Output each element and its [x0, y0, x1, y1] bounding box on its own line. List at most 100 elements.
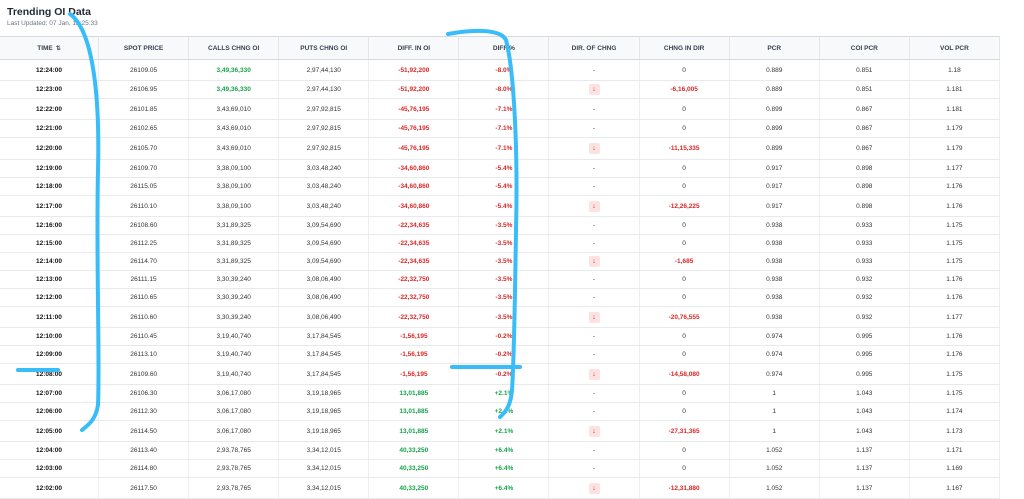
cell-time: 12:11:00 — [0, 306, 99, 328]
cell-calls: 3,30,39,240 — [188, 306, 280, 328]
cell-vol: 1.174 — [909, 402, 1001, 421]
cell-diff: -34,60,860 — [368, 159, 460, 178]
cell-chng: 0 — [639, 402, 730, 421]
cell-diff: -51,92,200 — [368, 80, 460, 99]
table-row: 12:14:00 26114.70 3,31,89,325 3,09,54,690 -2… — [0, 252, 1001, 271]
cell-vol: 1.181 — [909, 98, 1001, 120]
cell-puts: 3,08,06,490 — [278, 270, 370, 289]
cell-time: 12:09:00 — [0, 345, 99, 364]
col-header-vol-pcr: VOL PCR — [909, 36, 1001, 60]
cell-pcr: 0.974 — [729, 345, 820, 364]
cell-diff: 40,33,250 — [368, 459, 460, 478]
col-header-spot-price: SPOT PRICE — [98, 36, 190, 60]
cell-spot: 26117.50 — [98, 477, 190, 499]
cell-spot: 26112.25 — [98, 234, 190, 253]
cell-coi: 1.043 — [819, 420, 910, 442]
cell-dir: - — [548, 234, 640, 253]
cell-puts: 3,09,54,690 — [278, 216, 370, 235]
col-header-chng-in-dir: CHNG IN DIR — [639, 36, 730, 60]
page-title: Trending OI Data — [7, 6, 92, 18]
cell-chng: 0 — [639, 59, 730, 81]
cell-dir: ↓ — [548, 306, 640, 328]
cell-coi: 0.851 — [819, 80, 910, 99]
cell-puts: 3,17,84,545 — [278, 345, 370, 364]
cell-spot: 26110.45 — [98, 327, 190, 346]
cell-spot: 26102.65 — [98, 119, 190, 138]
cell-spot: 26114.70 — [98, 252, 190, 271]
cell-coi: 1.137 — [819, 441, 910, 460]
cell-dir: - — [548, 177, 640, 196]
cell-calls: 3,49,36,330 — [188, 80, 280, 99]
cell-calls: 3,06,17,080 — [188, 420, 280, 442]
cell-puts: 3,34,12,015 — [278, 477, 370, 499]
cell-dir: - — [548, 327, 640, 346]
col-header-time[interactable]: TIME ⇅ — [0, 36, 99, 60]
cell-pcr: 0.938 — [729, 252, 820, 271]
cell-diff: 40,33,250 — [368, 477, 460, 499]
cell-spot: 26108.60 — [98, 216, 190, 235]
cell-dir: - — [548, 384, 640, 403]
cell-time: 12:18:00 — [0, 177, 99, 196]
cell-time: 12:17:00 — [0, 195, 99, 217]
down-arrow-icon: ↓ — [588, 256, 600, 267]
table-header-row: TIME ⇅ SPOT PRICE CALLS CHNG OI PUTS CHNG… — [0, 36, 1001, 60]
cell-diff: 13,01,885 — [368, 402, 460, 421]
last-updated: Last Updated: 07 Jan, 12:25:33 — [7, 20, 98, 27]
cell-calls: 2,93,78,765 — [188, 459, 280, 478]
cell-puts: 3,08,06,490 — [278, 306, 370, 328]
cell-pct: +2.1% — [458, 402, 550, 421]
table-row: 12:23:00 26106.95 3,49,36,330 2,97,44,130 -5… — [0, 80, 1001, 99]
cell-pct: +6.4% — [458, 459, 550, 478]
trending-oi-table: TIME ⇅ SPOT PRICE CALLS CHNG OI PUTS CHNG… — [0, 36, 1001, 499]
table-row: 12:17:00 26110.10 3,38,09,100 3,03,48,240 -3… — [0, 195, 1001, 217]
cell-diff: -34,60,860 — [368, 195, 460, 217]
cell-vol: 1.175 — [909, 363, 1001, 385]
sort-icon[interactable]: ⇅ — [56, 46, 61, 52]
cell-coi: 1.043 — [819, 402, 910, 421]
cell-diff: -34,60,860 — [368, 177, 460, 196]
cell-time: 12:08:00 — [0, 363, 99, 385]
cell-calls: 3,30,39,240 — [188, 288, 280, 307]
cell-vol: 1.179 — [909, 119, 1001, 138]
cell-spot: 26114.50 — [98, 420, 190, 442]
table-row: 12:07:00 26106.30 3,06,17,080 3,19,18,965 13… — [0, 384, 1001, 403]
cell-coi: 0.933 — [819, 252, 910, 271]
oi-table-container[interactable]: TIME ⇅ SPOT PRICE CALLS CHNG OI PUTS CHNG… — [0, 36, 1024, 499]
cell-pct: -7.1% — [458, 119, 550, 138]
cell-chng: 0 — [639, 459, 730, 478]
cell-pct: +6.4% — [458, 477, 550, 499]
cell-calls: 3,43,69,010 — [188, 98, 280, 120]
cell-puts: 3,09,54,690 — [278, 252, 370, 271]
table-row: 12:05:00 26114.50 3,06,17,080 3,19,18,965 13… — [0, 420, 1001, 442]
cell-pcr: 0.974 — [729, 327, 820, 346]
table-row: 12:24:00 26109.05 3,49,36,330 2,97,44,130 -5… — [0, 59, 1001, 81]
down-arrow-icon: ↓ — [588, 84, 600, 95]
cell-spot: 26111.15 — [98, 270, 190, 289]
cell-diff: -22,32,750 — [368, 288, 460, 307]
cell-dir: ↓ — [548, 137, 640, 160]
cell-pct: -3.5% — [458, 234, 550, 253]
cell-vol: 1.18 — [909, 59, 1001, 81]
cell-dir: ↓ — [548, 477, 640, 499]
cell-vol: 1.173 — [909, 420, 1001, 442]
table-row: 12:12:00 26110.65 3,30,39,240 3,08,06,490 -2… — [0, 288, 1001, 307]
cell-chng: 0 — [639, 119, 730, 138]
down-arrow-icon: ↓ — [588, 482, 600, 494]
cell-chng: 0 — [639, 159, 730, 178]
cell-vol: 1.176 — [909, 195, 1001, 217]
table-row: 12:16:00 26108.60 3,31,89,325 3,09,54,690 -2… — [0, 216, 1001, 235]
cell-chng: -6,16,005 — [639, 80, 730, 99]
cell-puts: 2,97,92,815 — [278, 98, 370, 120]
table-row: 12:04:00 26113.40 2,93,78,765 3,34,12,015 40… — [0, 441, 1001, 460]
cell-diff: -45,76,195 — [368, 137, 460, 160]
cell-pcr: 0.938 — [729, 288, 820, 307]
cell-spot: 26110.65 — [98, 288, 190, 307]
table-row: 12:18:00 26115.05 3,38,09,100 3,03,48,240 -3… — [0, 177, 1001, 196]
cell-coi: 0.995 — [819, 327, 910, 346]
cell-puts: 3,34,12,015 — [278, 459, 370, 478]
cell-spot: 26110.10 — [98, 195, 190, 217]
cell-calls: 2,93,78,765 — [188, 441, 280, 460]
cell-chng: -1,685 — [639, 252, 730, 271]
last-updated-label: Last Updated: — [7, 20, 48, 27]
cell-chng: -27,31,365 — [639, 420, 730, 442]
